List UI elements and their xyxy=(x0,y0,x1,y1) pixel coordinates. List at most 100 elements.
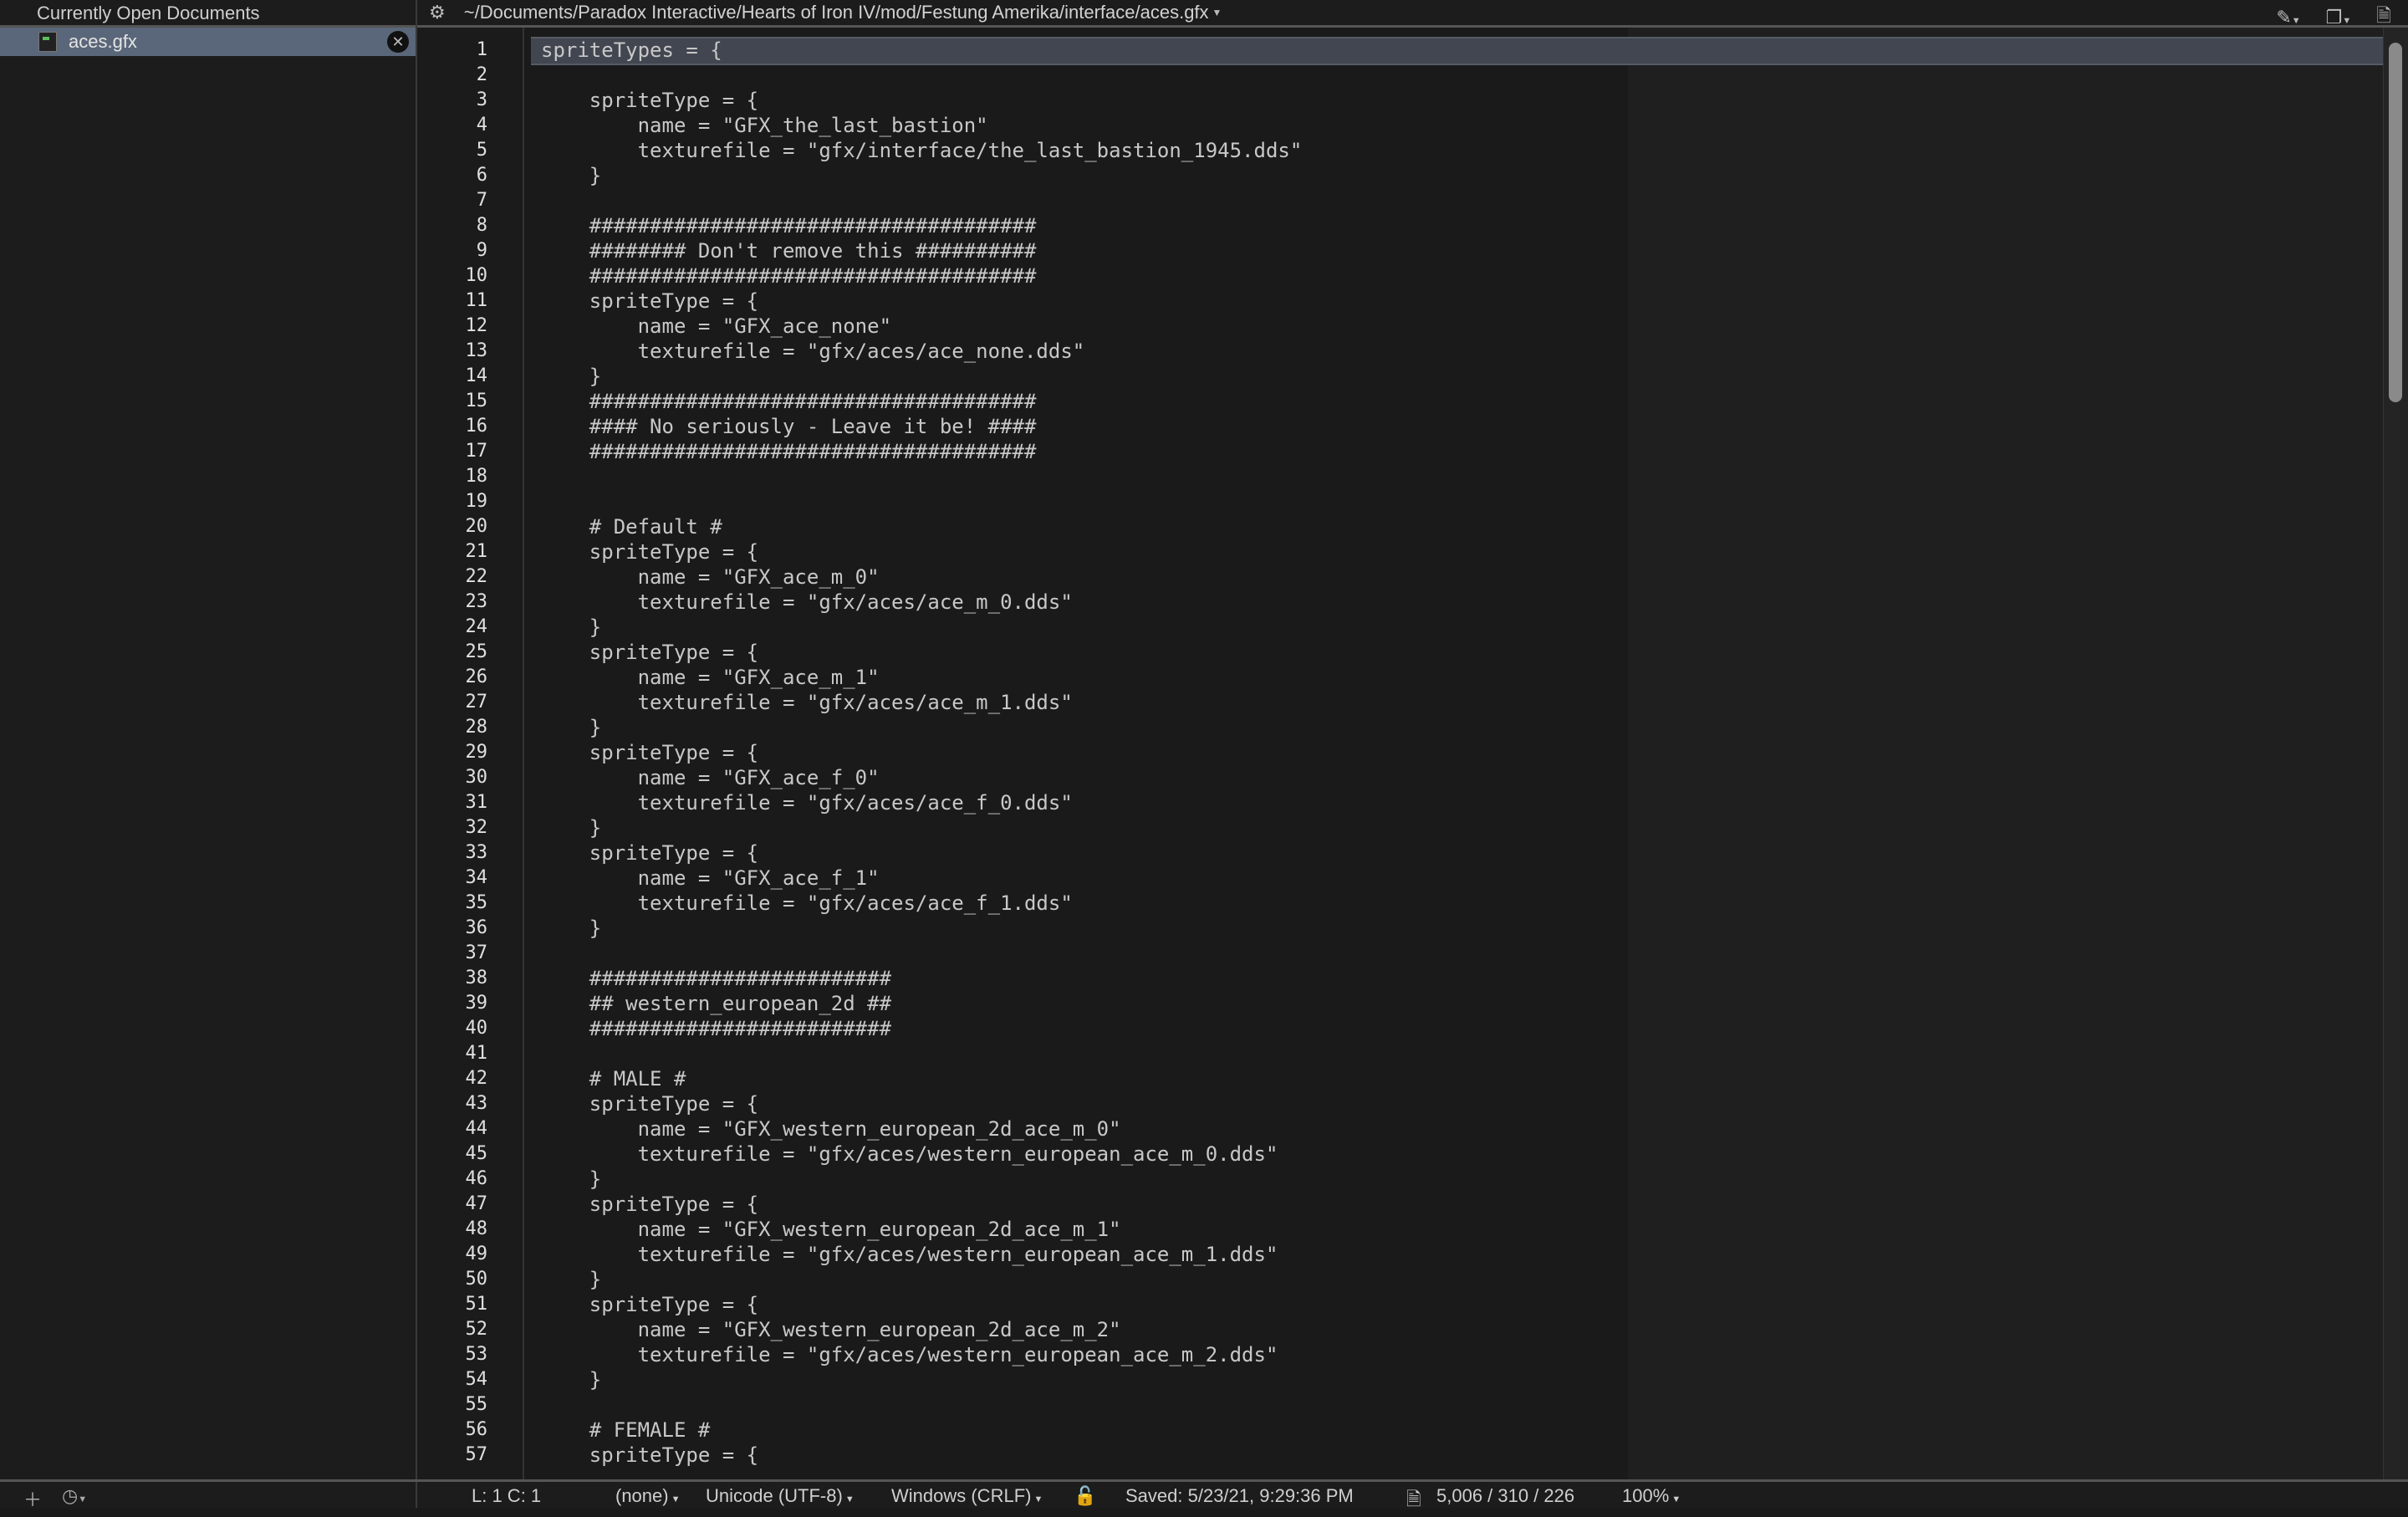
code-line[interactable]: 13 texturefile = "gfx/aces/ace_none.dds" xyxy=(417,339,2384,364)
code-line[interactable]: 55 xyxy=(417,1392,2384,1417)
code-text[interactable]: name = "GFX_ace_f_0" xyxy=(541,765,880,790)
file-path[interactable]: ~/Documents/Paradox Interactive/Hearts o… xyxy=(464,2,1209,23)
code-line[interactable]: 40 ######################### xyxy=(417,1016,2384,1041)
code-text[interactable]: spriteType = { xyxy=(541,1292,758,1317)
code-text[interactable]: name = "GFX_western_european_2d_ace_m_2" xyxy=(541,1317,1121,1342)
code-line[interactable]: 50 } xyxy=(417,1267,2384,1292)
code-text[interactable]: spriteTypes = { xyxy=(531,38,722,63)
code-line[interactable]: 14 } xyxy=(417,364,2384,389)
code-text[interactable]: texturefile = "gfx/aces/ace_none.dds" xyxy=(541,339,1085,364)
code-line[interactable]: 42 # MALE # xyxy=(417,1066,2384,1091)
code-text[interactable]: spriteType = { xyxy=(541,539,758,564)
code-line[interactable]: 7 xyxy=(417,188,2384,213)
code-line[interactable]: 31 texturefile = "gfx/aces/ace_f_0.dds" xyxy=(417,790,2384,815)
code-editor[interactable]: 1 spriteTypes = {2 3 spriteType = {4 name … xyxy=(417,28,2384,1479)
code-text[interactable]: # FEMALE # xyxy=(541,1417,711,1443)
code-line[interactable]: 52 name = "GFX_western_european_2d_ace_m… xyxy=(417,1317,2384,1342)
code-text[interactable]: spriteType = { xyxy=(541,840,758,866)
code-text[interactable]: ##################################### xyxy=(541,213,1037,238)
code-text[interactable]: #### No seriously - Leave it be! #### xyxy=(541,414,1037,439)
code-line[interactable]: 19 xyxy=(417,489,2384,514)
code-text[interactable]: ## western_european_2d ## xyxy=(541,991,891,1016)
code-text[interactable]: spriteType = { xyxy=(541,289,758,314)
plus-icon[interactable]: ＋ xyxy=(23,1485,42,1512)
code-line[interactable]: 23 texturefile = "gfx/aces/ace_m_0.dds" xyxy=(417,590,2384,615)
chevron-down-icon[interactable]: ▼ xyxy=(1212,7,1222,18)
vertical-scrollbar[interactable] xyxy=(2383,28,2408,1479)
code-text[interactable]: name = "GFX_ace_m_1" xyxy=(541,665,880,690)
code-text[interactable]: ##################################### xyxy=(541,263,1037,289)
scrollbar-thumb[interactable] xyxy=(2389,43,2402,402)
code-text[interactable]: texturefile = "gfx/aces/ace_f_1.dds" xyxy=(541,891,1073,916)
code-line[interactable]: 47 spriteType = { xyxy=(417,1192,2384,1217)
lock-icon[interactable]: 🔓 xyxy=(1074,1485,1096,1507)
code-line[interactable]: 12 name = "GFX_ace_none" xyxy=(417,314,2384,339)
code-line[interactable]: 51 spriteType = { xyxy=(417,1292,2384,1317)
code-line[interactable]: 28 } xyxy=(417,715,2384,740)
code-text[interactable]: ######################### xyxy=(541,966,891,991)
code-text[interactable]: name = "GFX_ace_none" xyxy=(541,314,891,339)
clock-icon[interactable]: ◷▼ xyxy=(62,1485,87,1507)
code-text[interactable]: texturefile = "gfx/aces/ace_m_0.dds" xyxy=(541,590,1073,615)
document-counts[interactable]: 5,006 / 310 / 226 xyxy=(1436,1485,1574,1507)
code-text[interactable]: name = "GFX_ace_m_0" xyxy=(541,564,880,590)
code-line[interactable]: 56 # FEMALE # xyxy=(417,1417,2384,1443)
code-text[interactable]: ######## Don't remove this ########## xyxy=(541,238,1037,263)
copy-icon[interactable]: ❐▼ xyxy=(2326,7,2352,28)
code-text[interactable]: name = "GFX_the_last_bastion" xyxy=(541,113,988,138)
code-line[interactable]: 27 texturefile = "gfx/aces/ace_m_1.dds" xyxy=(417,690,2384,715)
code-line[interactable]: 34 name = "GFX_ace_f_1" xyxy=(417,866,2384,891)
bookmark-icon[interactable]: ✎▼ xyxy=(2276,7,2300,28)
code-line[interactable]: 33 spriteType = { xyxy=(417,840,2384,866)
code-line[interactable]: 36 } xyxy=(417,916,2384,941)
document-item-aces-gfx[interactable]: aces.gfx ✕ xyxy=(0,28,416,56)
code-line[interactable]: 41 xyxy=(417,1041,2384,1066)
code-text[interactable]: } xyxy=(541,364,601,389)
code-line[interactable]: 53 texturefile = "gfx/aces/western_europ… xyxy=(417,1342,2384,1367)
code-line[interactable]: 22 name = "GFX_ace_m_0" xyxy=(417,564,2384,590)
code-line[interactable]: 30 name = "GFX_ace_f_0" xyxy=(417,765,2384,790)
code-line[interactable]: 24 } xyxy=(417,615,2384,640)
code-line[interactable]: 39 ## western_european_2d ## xyxy=(417,991,2384,1016)
code-line[interactable]: 29 spriteType = { xyxy=(417,740,2384,765)
code-line[interactable]: 54 } xyxy=(417,1367,2384,1392)
code-text[interactable]: texturefile = "gfx/aces/ace_m_1.dds" xyxy=(541,690,1073,715)
code-line[interactable]: 15 ##################################### xyxy=(417,389,2384,414)
code-line[interactable]: 43 spriteType = { xyxy=(417,1091,2384,1116)
code-text[interactable]: spriteType = { xyxy=(541,740,758,765)
code-line[interactable]: 25 spriteType = { xyxy=(417,640,2384,665)
code-text[interactable]: texturefile = "gfx/aces/western_european… xyxy=(541,1142,1278,1167)
code-text[interactable]: texturefile = "gfx/aces/ace_f_0.dds" xyxy=(541,790,1073,815)
code-text[interactable]: spriteType = { xyxy=(541,1443,758,1468)
code-line[interactable]: 16 #### No seriously - Leave it be! #### xyxy=(417,414,2384,439)
code-line[interactable]: 49 texturefile = "gfx/aces/western_europ… xyxy=(417,1242,2384,1267)
code-line[interactable]: 18 xyxy=(417,464,2384,489)
code-line[interactable]: 17 ##################################### xyxy=(417,439,2384,464)
code-line[interactable]: 32 } xyxy=(417,815,2384,840)
code-text[interactable]: name = "GFX_western_european_2d_ace_m_1" xyxy=(541,1217,1121,1242)
code-text[interactable]: texturefile = "gfx/aces/western_european… xyxy=(541,1342,1278,1367)
code-text[interactable]: } xyxy=(541,163,601,188)
code-text[interactable]: } xyxy=(541,916,601,941)
gear-icon[interactable]: ⚙ xyxy=(429,2,446,23)
syntax-selector[interactable]: (none) ▼ xyxy=(615,1485,681,1507)
code-line[interactable]: 21 spriteType = { xyxy=(417,539,2384,564)
code-line[interactable]: 38 ######################### xyxy=(417,966,2384,991)
code-line[interactable]: 5 texturefile = "gfx/interface/the_last_… xyxy=(417,138,2384,163)
code-text[interactable]: } xyxy=(541,715,601,740)
code-text[interactable]: } xyxy=(541,615,601,640)
code-line[interactable]: 44 name = "GFX_western_european_2d_ace_m… xyxy=(417,1116,2384,1142)
code-line[interactable]: 1 spriteTypes = { xyxy=(417,37,2384,65)
close-document-icon[interactable]: ✕ xyxy=(387,31,409,53)
code-text[interactable]: } xyxy=(541,815,601,840)
code-line[interactable]: 11 spriteType = { xyxy=(417,289,2384,314)
code-text[interactable]: ######################### xyxy=(541,1016,891,1041)
code-line[interactable]: 20 # Default # xyxy=(417,514,2384,539)
code-line[interactable]: 45 texturefile = "gfx/aces/western_europ… xyxy=(417,1142,2384,1167)
code-line[interactable]: 35 texturefile = "gfx/aces/ace_f_1.dds" xyxy=(417,891,2384,916)
code-text[interactable]: } xyxy=(541,1367,601,1392)
code-text[interactable]: spriteType = { xyxy=(541,88,758,113)
cursor-position[interactable]: L: 1 C: 1 xyxy=(472,1485,541,1507)
encoding-selector[interactable]: Unicode (UTF-8) ▼ xyxy=(706,1485,855,1507)
code-text[interactable]: spriteType = { xyxy=(541,640,758,665)
